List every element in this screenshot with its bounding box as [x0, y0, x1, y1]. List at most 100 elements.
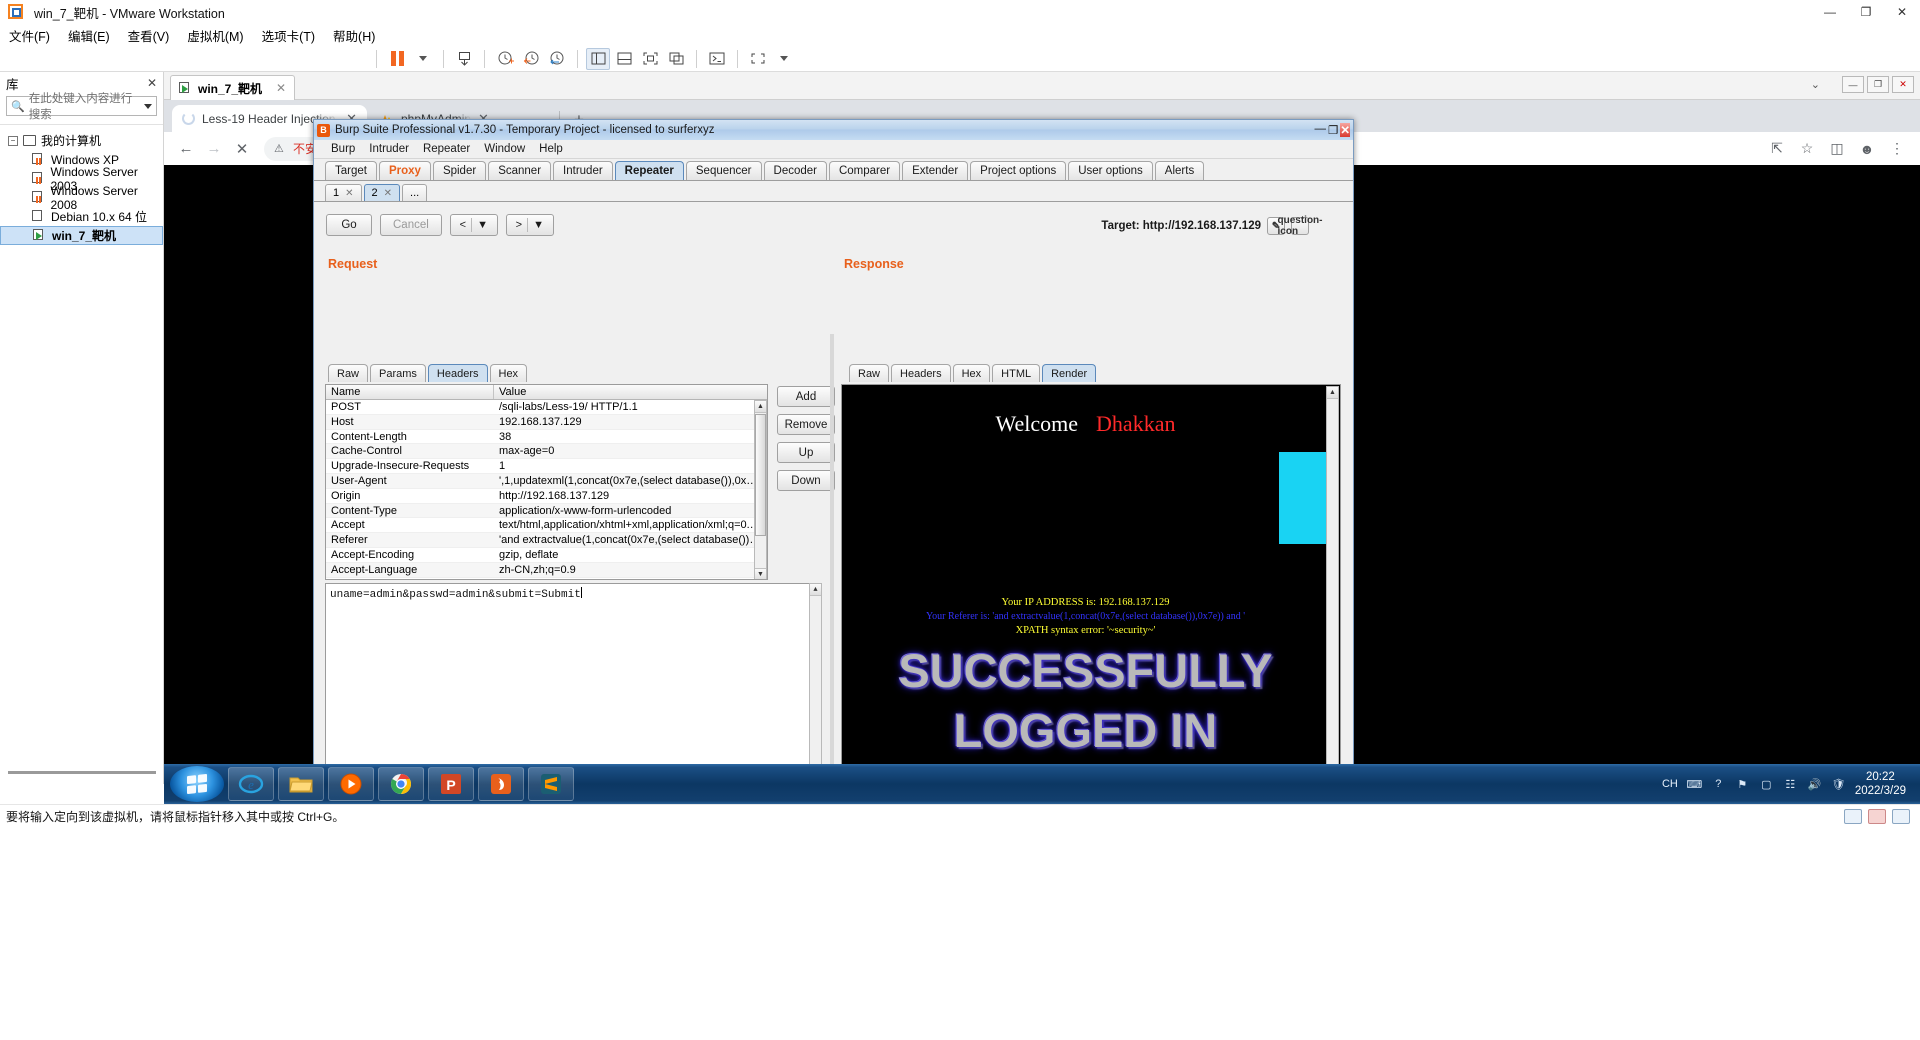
menu-help[interactable]: 帮助(H) — [324, 24, 384, 47]
table-row[interactable]: Upgrade-Insecure-Requests 1 — [326, 459, 767, 474]
question-icon[interactable]: question-icon — [1278, 215, 1323, 237]
close-button[interactable]: ✕ — [1884, 0, 1920, 24]
go-button[interactable]: Go — [326, 214, 372, 236]
power-dropdown-icon[interactable] — [411, 48, 435, 70]
maximize-button[interactable]: ❐ — [1848, 0, 1884, 24]
taskbar-ie[interactable]: e — [228, 767, 274, 801]
scroll-up-icon[interactable]: ▲ — [1327, 387, 1338, 399]
scroll-up-icon[interactable]: ▲ — [755, 401, 766, 413]
tab-target[interactable]: Target — [325, 161, 377, 180]
pause-icon[interactable] — [385, 48, 409, 70]
vm-minimize-button[interactable]: — — [1842, 76, 1864, 93]
request-tab-hex[interactable]: Hex — [489, 364, 528, 382]
menu-icon[interactable]: ⋮ — [1884, 136, 1910, 162]
taskbar-powerpoint[interactable]: P — [428, 767, 474, 801]
network-status-icon[interactable] — [1868, 809, 1886, 824]
tab-proxy[interactable]: Proxy — [378, 161, 431, 180]
burp-menu-repeater[interactable]: Repeater — [416, 143, 477, 155]
request-tab-params[interactable]: Params — [370, 364, 426, 382]
remove-header-button[interactable]: Remove — [777, 414, 835, 435]
table-row[interactable]: Accept-Language zh-CN,zh;q=0.9 — [326, 562, 767, 578]
vm-close-button[interactable]: ✕ — [1892, 76, 1914, 93]
tab-spider[interactable]: Spider — [432, 161, 487, 180]
scrollbar-thumb[interactable] — [755, 414, 766, 536]
response-tab-raw[interactable]: Raw — [849, 364, 890, 382]
response-tab-hex[interactable]: Hex — [952, 364, 991, 382]
headers-table[interactable]: Name Value POST/sqli-labs/Less-19/ HTTP/… — [325, 384, 768, 580]
table-row[interactable]: Host 192.168.137.129 — [326, 414, 767, 430]
tab-project-options[interactable]: Project options — [970, 161, 1067, 180]
hdd-status-icon[interactable] — [1844, 809, 1862, 824]
table-row[interactable]: POST/sqli-labs/Less-19/ HTTP/1.1 — [326, 400, 767, 415]
tree-node-my-computer[interactable]: − 我的计算机 — [0, 131, 163, 150]
menu-vm[interactable]: 虚拟机(M) — [178, 24, 252, 47]
snapshot-manager-icon[interactable] — [452, 48, 476, 70]
prev-request-button[interactable]: < ▼ — [449, 214, 498, 236]
taskbar-explorer[interactable] — [278, 767, 324, 801]
table-row[interactable]: Accept text/html,application/xhtml+xml,ap… — [326, 518, 767, 534]
start-button[interactable] — [170, 766, 224, 802]
move-up-button[interactable]: Up — [777, 442, 835, 463]
table-row[interactable]: Content-Type application/x-www-form-urlen… — [326, 503, 767, 519]
taskbar-burp[interactable] — [478, 767, 524, 801]
table-row[interactable]: Accept-Encoding gzip, deflate — [326, 548, 767, 563]
help-icon[interactable]: ? — [1711, 777, 1726, 792]
show-library-icon[interactable] — [586, 47, 610, 70]
unity-mode-icon[interactable] — [664, 48, 688, 70]
tab-comparer[interactable]: Comparer — [828, 161, 901, 180]
burp-menu-window[interactable]: Window — [477, 143, 532, 155]
table-row[interactable]: Cache-Control max-age=0 — [326, 444, 767, 460]
library-vm-debian[interactable]: Debian 10.x 64 位 — [0, 207, 163, 226]
collapse-icon[interactable]: − — [8, 135, 18, 146]
vm-tab-win7[interactable]: win_7_靶机 ✕ — [170, 75, 296, 100]
tab-user-options[interactable]: User options — [1068, 161, 1153, 180]
burp-menu-help[interactable]: Help — [532, 143, 570, 155]
menu-edit[interactable]: 编辑(E) — [59, 24, 119, 47]
taskbar-sublime[interactable] — [528, 767, 574, 801]
chevron-down-icon[interactable] — [144, 103, 152, 109]
fullscreen-icon[interactable] — [638, 48, 662, 70]
headers-table-scrollbar[interactable]: ▲ ▼ — [754, 400, 767, 579]
response-tab-headers[interactable]: Headers — [891, 364, 951, 382]
star-icon[interactable]: ☆ — [1794, 136, 1820, 162]
library-search-box[interactable]: 🔍 在此处键入内容进行搜索 — [6, 93, 157, 121]
table-row[interactable]: Referer 'and extractvalue(1,concat(0x7e,(… — [326, 533, 767, 548]
taskbar-clock[interactable]: 20:22 2022/3/29 — [1855, 770, 1912, 799]
profile-icon[interactable]: ☻ — [1854, 136, 1880, 162]
menu-tabs[interactable]: 选项卡(T) — [253, 24, 324, 47]
show-console-icon[interactable] — [612, 48, 636, 70]
scroll-up-icon[interactable]: ▲ — [810, 584, 821, 596]
keyboard-icon[interactable]: ⌨ — [1686, 777, 1702, 792]
vm-tab-close-icon[interactable]: ✕ — [276, 81, 286, 95]
tab-scanner[interactable]: Scanner — [488, 161, 552, 180]
tab-extender[interactable]: Extender — [902, 161, 969, 180]
burp-maximize-button[interactable]: ❐ — [1328, 123, 1338, 137]
library-vm-win7-target[interactable]: win_7_靶机 — [0, 226, 163, 245]
manage-snapshots-icon[interactable] — [545, 48, 569, 70]
request-tab-raw[interactable]: Raw — [328, 364, 369, 382]
burp-close-button[interactable]: ✕ — [1340, 123, 1350, 137]
minimize-button[interactable]: — — [1812, 0, 1848, 24]
usb-status-icon[interactable] — [1892, 809, 1910, 824]
repeater-tab-close-icon[interactable]: ✕ — [384, 188, 392, 199]
taskbar-chrome[interactable] — [378, 767, 424, 801]
tab-decoder[interactable]: Decoder — [763, 161, 827, 180]
stop-loading-icon[interactable]: ✕ — [228, 135, 256, 163]
take-snapshot-icon[interactable] — [493, 48, 517, 70]
tab-sequencer[interactable]: Sequencer — [685, 161, 762, 180]
chevron-down-icon[interactable]: ⌄ — [1811, 78, 1820, 91]
next-request-button[interactable]: > ▼ — [505, 214, 554, 236]
vm-restore-button[interactable]: ❐ — [1867, 76, 1889, 93]
menu-file[interactable]: 文件(F) — [0, 24, 59, 47]
library-resize-handle[interactable] — [8, 771, 156, 774]
burp-menu-intruder[interactable]: Intruder — [362, 143, 416, 155]
tab-alerts[interactable]: Alerts — [1154, 161, 1205, 180]
table-row[interactable]: Content-Length 38 — [326, 430, 767, 445]
console-terminal-icon[interactable] — [705, 48, 729, 70]
response-tab-html[interactable]: HTML — [992, 364, 1041, 382]
table-row[interactable]: Origin http://192.168.137.129 — [326, 489, 767, 504]
volume-icon[interactable]: 🔊 — [1807, 777, 1822, 792]
stretch-dropdown-icon[interactable] — [772, 48, 796, 70]
request-tab-headers[interactable]: Headers — [427, 364, 488, 382]
forward-icon[interactable]: → — [200, 135, 228, 163]
